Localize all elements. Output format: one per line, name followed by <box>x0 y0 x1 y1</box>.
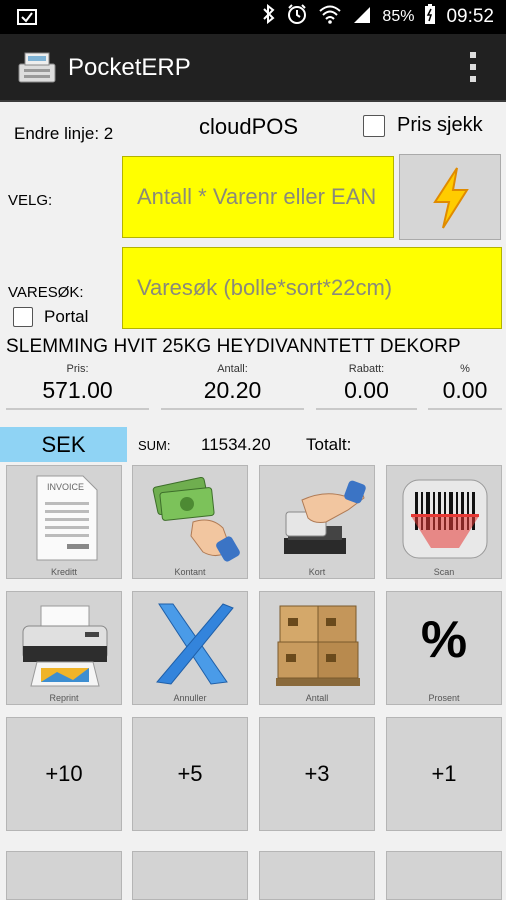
cash-caption: Kontant <box>174 567 206 577</box>
sum-label: SUM: <box>138 438 171 453</box>
row4-button-4[interactable] <box>386 851 502 900</box>
credit-button[interactable]: INVOICE Kreditt <box>6 465 122 579</box>
discount-field[interactable]: Rabatt: 0.00 <box>316 363 417 410</box>
cancel-caption: Annuller <box>173 693 207 703</box>
bluetooth-icon <box>262 3 276 30</box>
notification-icon <box>16 7 38 32</box>
plus-3-label: +3 <box>304 761 330 786</box>
signal-icon <box>352 4 372 30</box>
currency-button[interactable]: SEK <box>0 427 127 462</box>
percent-value: 0.00 <box>442 377 488 403</box>
scan-caption: Scan <box>433 567 455 577</box>
portal-label: Portal <box>44 307 89 326</box>
cash-payment-icon <box>152 476 240 562</box>
percent-button[interactable]: % Prosent <box>386 591 502 705</box>
quantity-label: Antall: <box>217 363 248 375</box>
overflow-menu-icon[interactable] <box>470 52 478 82</box>
cancel-x-icon <box>156 603 234 685</box>
plus-1-button[interactable]: +1 <box>386 717 502 831</box>
select-label: VELG: <box>8 192 53 209</box>
pos-name: cloudPOS <box>199 114 299 139</box>
credit-caption: Kreditt <box>50 567 77 577</box>
percent-icon: % <box>420 611 468 669</box>
scan-button[interactable]: Scan <box>386 465 502 579</box>
quantity-caption: Antall <box>305 693 329 703</box>
percent-field[interactable]: % 0.00 <box>428 363 502 410</box>
quantity-field[interactable]: Antall: 20.20 <box>161 363 304 410</box>
row4-button-1[interactable] <box>6 851 122 900</box>
quantity-button[interactable]: Antall <box>259 591 375 705</box>
discount-label: Rabatt: <box>348 363 385 375</box>
action-bar: PocketERP <box>0 34 506 102</box>
product-name: SLEMMING HVIT 25KG HEYDIVANNTETT DEKORP <box>6 336 461 357</box>
status-bar: 85% 09:52 <box>0 0 506 34</box>
reprint-button[interactable]: Reprint <box>6 591 122 705</box>
cash-button[interactable]: Kontant <box>132 465 248 579</box>
reprint-caption: Reprint <box>49 693 79 703</box>
plus-10-button[interactable]: +10 <box>6 717 122 831</box>
plus-5-label: +5 <box>177 761 203 786</box>
plus-1-label: +1 <box>431 761 457 786</box>
cash-register-icon[interactable] <box>16 48 58 91</box>
plus-5-button[interactable]: +5 <box>132 717 248 831</box>
search-label: VARESØK: <box>8 284 84 301</box>
search-input[interactable]: Varesøk (bolle*sort*22cm) <box>122 247 502 329</box>
total-label: Totalt: <box>306 435 352 454</box>
alarm-icon <box>286 3 308 31</box>
plus-10-label: +10 <box>45 761 83 786</box>
card-payment-icon <box>284 480 366 554</box>
clock: 09:52 <box>446 6 494 27</box>
lightning-icon <box>433 167 469 229</box>
price-field[interactable]: Pris: 571.00 <box>6 363 149 410</box>
printer-icon <box>22 605 108 687</box>
percent-label: % <box>460 363 470 375</box>
price-value: 571.00 <box>42 377 113 403</box>
invoice-icon: INVOICE <box>36 475 98 561</box>
battery-percent: 85% <box>382 8 415 25</box>
cancel-button[interactable]: Annuller <box>132 591 248 705</box>
battery-icon <box>424 3 436 31</box>
price-check-label: Pris sjekk <box>397 114 483 136</box>
item-number-placeholder: Antall * Varenr eller EAN <box>137 184 377 209</box>
row4-button-3[interactable] <box>259 851 375 900</box>
price-check-checkbox[interactable] <box>363 115 385 137</box>
app-title: PocketERP <box>68 54 191 81</box>
card-button[interactable]: Kort <box>259 465 375 579</box>
row4-button-2[interactable] <box>132 851 248 900</box>
edit-line-label: Endre linje: 2 <box>14 124 114 143</box>
percent-caption: Prosent <box>428 693 460 703</box>
sum-value: 11534.20 <box>201 435 271 454</box>
item-number-input[interactable]: Antall * Varenr eller EAN <box>122 156 394 238</box>
lightning-button[interactable] <box>399 154 501 240</box>
boxes-icon <box>276 605 360 686</box>
plus-3-button[interactable]: +3 <box>259 717 375 831</box>
quantity-value: 20.20 <box>203 377 262 403</box>
price-label: Pris: <box>66 363 89 375</box>
search-placeholder: Varesøk (bolle*sort*22cm) <box>137 275 393 300</box>
svg-text:INVOICE: INVOICE <box>47 482 84 492</box>
card-caption: Kort <box>308 567 326 577</box>
barcode-scan-icon <box>402 479 488 559</box>
portal-checkbox[interactable] <box>13 307 33 327</box>
discount-value: 0.00 <box>344 377 389 403</box>
wifi-icon <box>318 4 342 30</box>
